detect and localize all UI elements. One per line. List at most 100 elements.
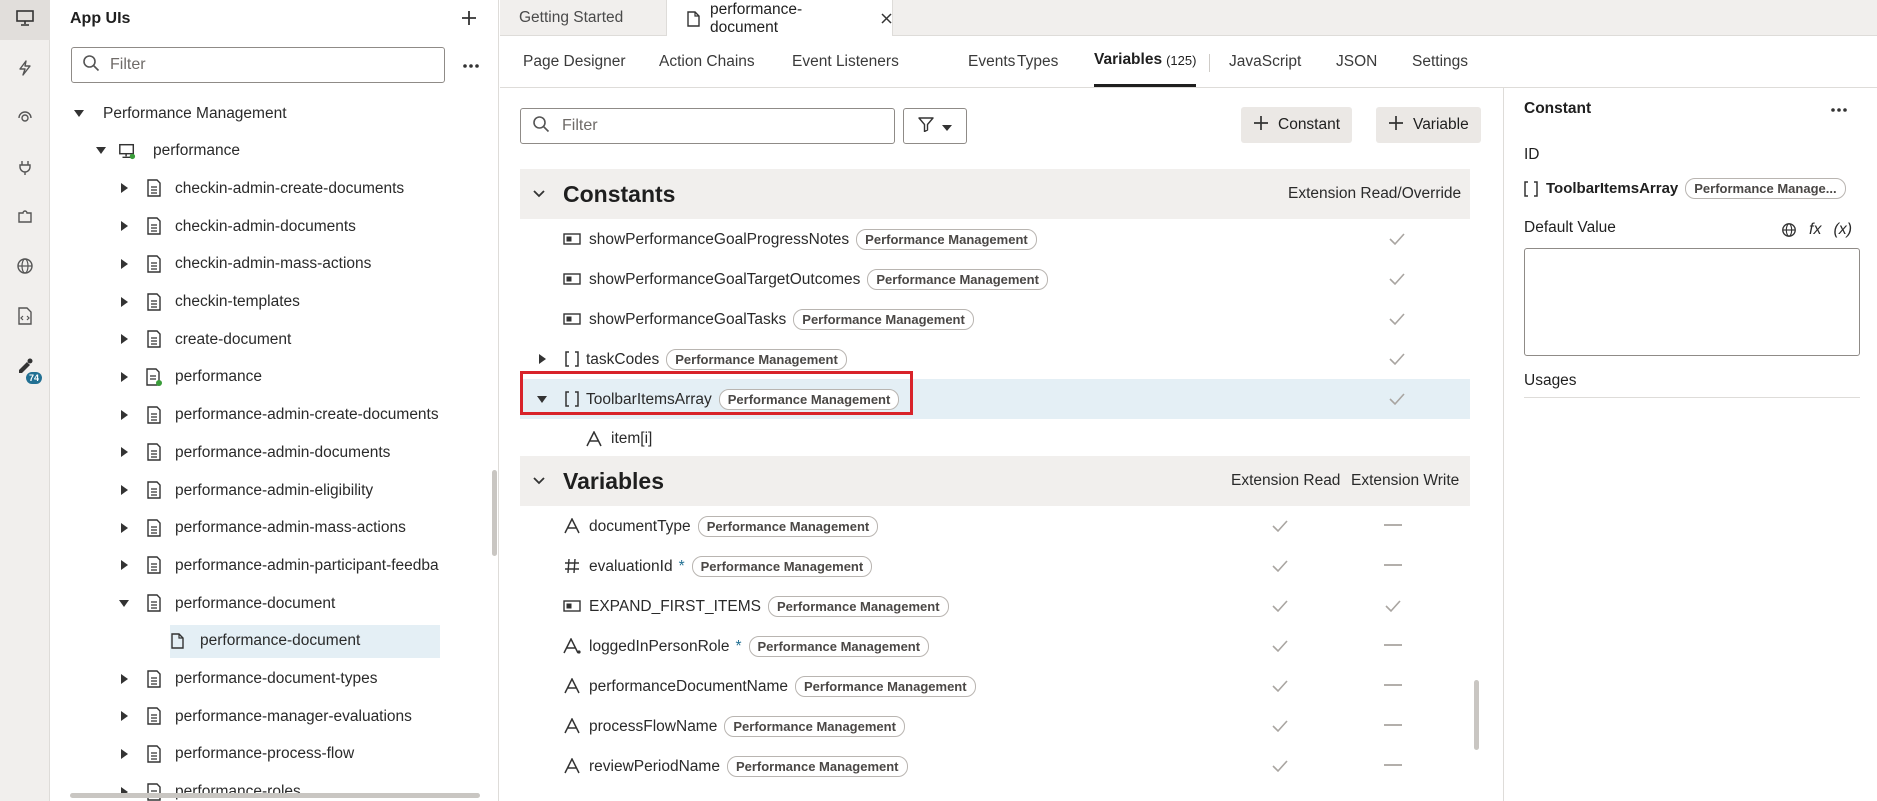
- variable-row[interactable]: documentType Performance Management: [520, 506, 1470, 546]
- subnav-json[interactable]: JSON: [1336, 36, 1377, 88]
- chevron-right-icon[interactable]: [118, 710, 130, 722]
- tree-item-label: performance: [175, 368, 263, 386]
- variable-row[interactable]: showPerformanceGoalProgressNotes Performa…: [520, 219, 1470, 259]
- add-variable-button[interactable]: Variable: [1376, 107, 1481, 143]
- chevron-right-icon[interactable]: [118, 296, 130, 308]
- tab-performance-document[interactable]: performance-document: [667, 0, 893, 37]
- variable-row[interactable]: reviewPeriodName Performance Management: [520, 746, 1470, 786]
- chevron-right-icon[interactable]: [118, 446, 130, 458]
- extensions-activity-button[interactable]: [0, 198, 50, 238]
- tree-item[interactable]: performance-process-flow: [50, 736, 490, 773]
- subnav-settings[interactable]: Settings: [1412, 36, 1468, 88]
- checkmark-icon: [1271, 559, 1289, 573]
- chevron-down-icon[interactable]: [536, 393, 548, 405]
- variable-row[interactable]: loggedInPersonRole * Performance Managemen…: [520, 626, 1470, 666]
- variables-vertical-scrollbar[interactable]: [1474, 680, 1479, 750]
- tree-item[interactable]: performance-admin-mass-actions: [50, 510, 490, 547]
- sidebar-horizontal-scrollbar[interactable]: [70, 793, 480, 798]
- variable-name: item[i]: [611, 430, 653, 447]
- tree-item[interactable]: Performance Management: [50, 95, 490, 132]
- sidebar-more-button[interactable]: [457, 50, 485, 78]
- chevron-right-icon[interactable]: [118, 333, 130, 345]
- tree-item[interactable]: checkin-admin-create-documents: [50, 170, 490, 207]
- tab-getting-started[interactable]: Getting Started: [500, 0, 667, 36]
- chevron-right-icon[interactable]: [118, 673, 130, 685]
- tree-item[interactable]: performance-document: [50, 585, 490, 622]
- default-value-textarea[interactable]: [1524, 248, 1860, 356]
- variable-row[interactable]: performanceDocumentName Performance Manag…: [520, 666, 1470, 706]
- tree-item-label: performance-document: [175, 594, 336, 612]
- chevron-down-icon[interactable]: [533, 477, 545, 485]
- variable-row[interactable]: showPerformanceGoalTargetOutcomes Perform…: [520, 259, 1470, 299]
- chevron-right-icon[interactable]: [118, 484, 130, 496]
- subnav-variables[interactable]: Variables (125): [1094, 36, 1197, 87]
- chevron-down-icon[interactable]: [95, 145, 107, 157]
- chevron-right-icon[interactable]: [118, 748, 130, 760]
- constants-section-header[interactable]: Constants Extension Read/Override: [520, 169, 1470, 219]
- constants-column-header: Extension Read/Override: [1288, 185, 1462, 202]
- variable-name: showPerformanceGoalProgressNotes: [589, 230, 850, 248]
- components-activity-button[interactable]: 74: [0, 348, 50, 388]
- variable-row[interactable]: showPerformanceGoalTasks Performance Mana…: [520, 299, 1470, 339]
- variable-row[interactable]: processFlowName Performance Management: [520, 706, 1470, 746]
- variables-section-header[interactable]: Variables Extension Read Extension Write: [520, 456, 1470, 506]
- sidebar-vertical-scrollbar[interactable]: [492, 470, 497, 556]
- add-constant-button[interactable]: Constant: [1241, 107, 1353, 143]
- tree-item[interactable]: performance-admin-eligibility: [50, 472, 490, 509]
- variable-row[interactable]: ToolbarItemsArray Performance Management: [520, 379, 1470, 419]
- tree-item[interactable]: performance-admin-documents: [50, 434, 490, 471]
- file-icon: [687, 10, 700, 27]
- tree-item[interactable]: performance-document: [50, 623, 490, 660]
- fx-button[interactable]: fx: [1809, 221, 1821, 239]
- services-activity-button[interactable]: [0, 100, 50, 140]
- tree-item[interactable]: performance-admin-create-documents: [50, 397, 490, 434]
- chevron-down-icon[interactable]: [118, 597, 130, 609]
- tree-item[interactable]: performance: [50, 133, 490, 170]
- chevron-right-icon[interactable]: [118, 258, 130, 270]
- action-chains-activity-button[interactable]: [0, 50, 50, 90]
- sidebar-filter-field[interactable]: [71, 47, 445, 83]
- chevron-down-icon[interactable]: [533, 190, 545, 198]
- add-app-ui-button[interactable]: [455, 6, 483, 34]
- tree-item[interactable]: checkin-templates: [50, 284, 490, 321]
- chevron-right-icon[interactable]: [118, 220, 130, 232]
- chevron-right-icon[interactable]: [118, 559, 130, 571]
- sidebar-filter-input[interactable]: [110, 56, 410, 74]
- chevron-right-icon[interactable]: [118, 522, 130, 534]
- tree-item[interactable]: checkin-admin-mass-actions: [50, 246, 490, 283]
- plugins-activity-button[interactable]: [0, 148, 50, 188]
- chevron-down-icon[interactable]: [73, 107, 85, 119]
- variable-row[interactable]: EXPAND_FIRST_ITEMS Performance Management: [520, 586, 1470, 626]
- tree-item[interactable]: create-document: [50, 321, 490, 358]
- chevron-right-icon[interactable]: [536, 353, 548, 365]
- chevron-right-icon[interactable]: [118, 409, 130, 421]
- app-uis-activity-button[interactable]: [0, 0, 50, 40]
- tree-item[interactable]: performance-admin-participant-feedba: [50, 547, 490, 584]
- subnav-types[interactable]: Types: [1017, 36, 1058, 88]
- variables-filter-input[interactable]: [562, 117, 882, 135]
- subnav-events[interactable]: Events: [968, 36, 1015, 88]
- variable-picker-button[interactable]: (x): [1833, 221, 1852, 239]
- variable-row[interactable]: evaluationId * Performance Management: [520, 546, 1470, 586]
- filter-options-button[interactable]: [903, 108, 967, 144]
- properties-more-button[interactable]: [1827, 98, 1851, 118]
- subnav-page-designer[interactable]: Page Designer: [523, 36, 626, 88]
- web-activity-button[interactable]: [0, 248, 50, 288]
- tree-item[interactable]: performance-document-types: [50, 661, 490, 698]
- variables-filter-field[interactable]: [520, 108, 895, 144]
- tree-item[interactable]: performance-manager-evaluations: [50, 698, 490, 735]
- chevron-right-icon[interactable]: [118, 182, 130, 194]
- tree-item[interactable]: performance: [50, 359, 490, 396]
- close-tab-icon[interactable]: [881, 13, 892, 24]
- globe-icon[interactable]: [1781, 222, 1797, 238]
- tree-item-label: performance-document-types: [175, 670, 378, 687]
- subnav-event-listeners[interactable]: Event Listeners: [792, 36, 899, 88]
- variable-row[interactable]: item[i]: [520, 419, 1470, 459]
- source-activity-button[interactable]: [0, 298, 50, 338]
- subnav-javascript[interactable]: JavaScript: [1229, 36, 1301, 88]
- variable-name-cell: processFlowName Performance Management: [589, 715, 905, 737]
- tree-item[interactable]: checkin-admin-documents: [50, 208, 490, 245]
- variable-row[interactable]: taskCodes Performance Management: [520, 339, 1470, 379]
- chevron-right-icon[interactable]: [118, 371, 130, 383]
- subnav-action-chains[interactable]: Action Chains: [659, 36, 755, 88]
